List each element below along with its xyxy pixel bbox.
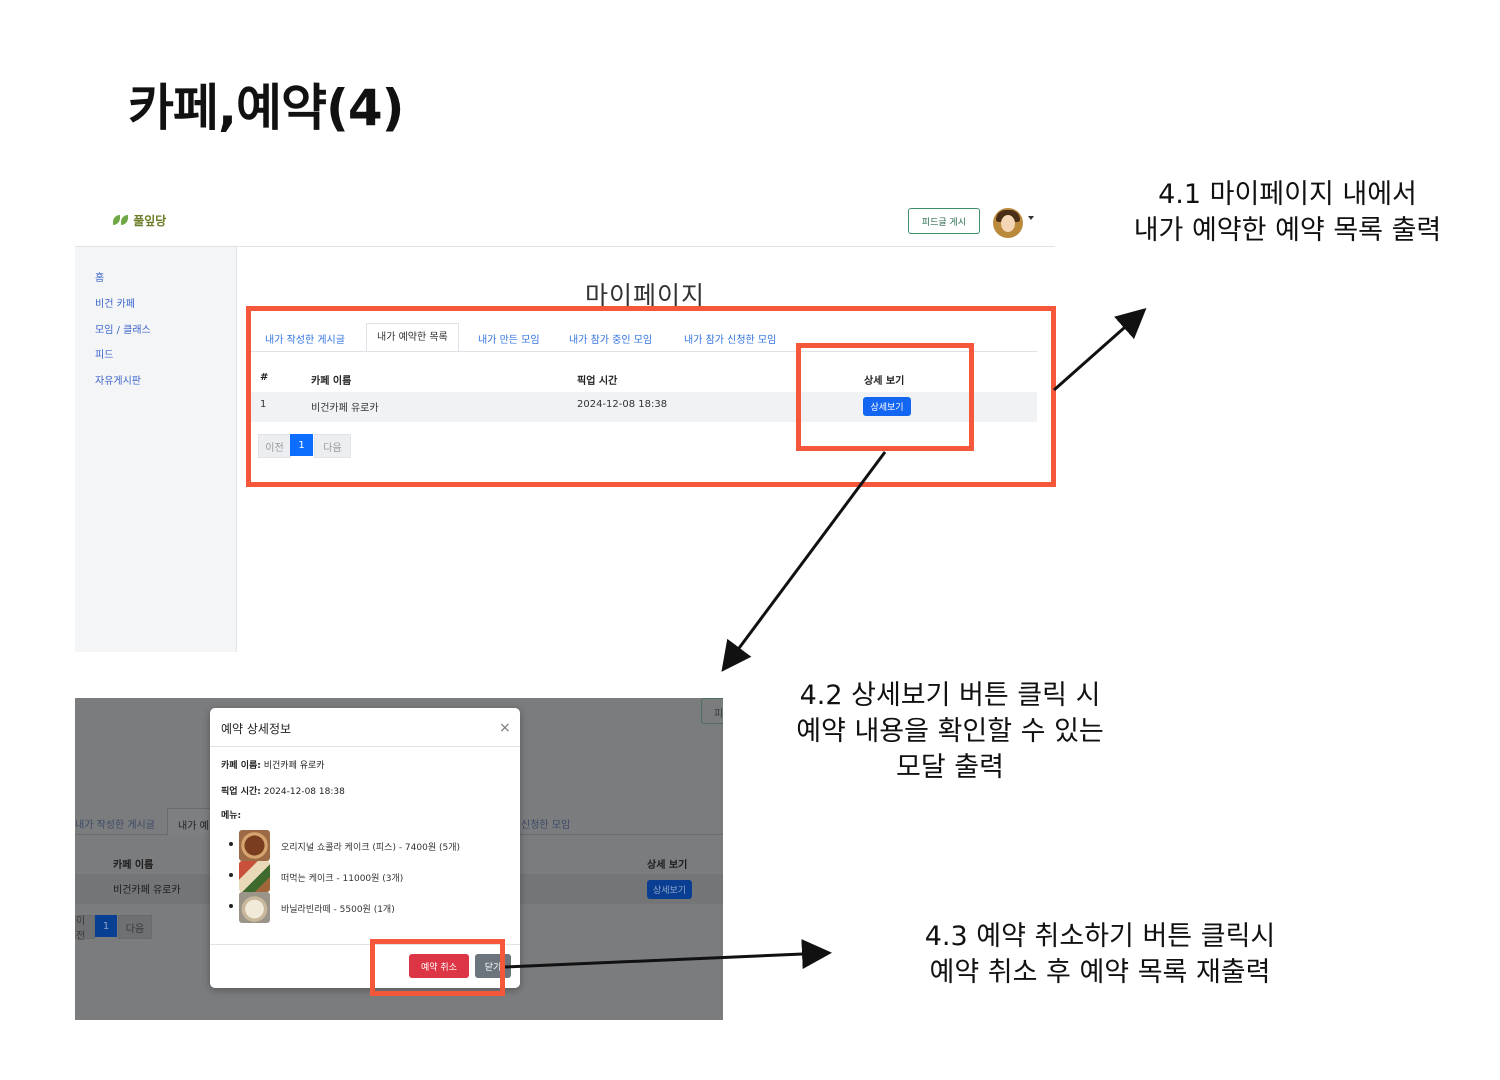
annotation-arrows — [504, 308, 1147, 970]
callout-4-1: 4.1 마이페이지 내에서 내가 예약한 예약 목록 출력 — [1133, 179, 1442, 246]
arrow-to-modal — [721, 451, 887, 672]
callout-4-2: 4.2 상세보기 버튼 클릭 시 예약 내용을 확인할 수 있는 모달 출력 — [796, 680, 1104, 783]
callout-4-3: 4.3 예약 취소하기 버튼 클릭시 예약 취소 후 예약 목록 재출력 — [924, 921, 1276, 988]
arrow-to-callout-1 — [1053, 308, 1147, 392]
arrow-to-callout-3 — [504, 939, 832, 970]
